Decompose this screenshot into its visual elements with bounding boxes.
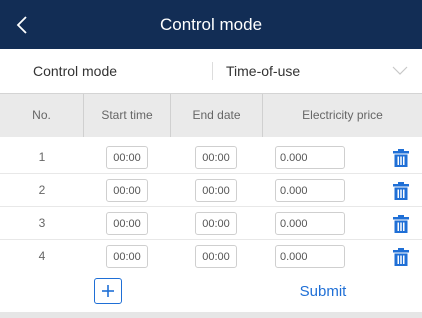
control-mode-label: Control mode: [33, 63, 118, 79]
chevron-down-icon: [392, 66, 408, 75]
trash-icon: [393, 149, 409, 167]
start-time-input[interactable]: [106, 245, 148, 268]
table-row: 1: [0, 141, 422, 174]
footer-actions: Submit: [0, 272, 422, 312]
start-time-input[interactable]: [106, 179, 148, 202]
control-mode-select[interactable]: Time-of-use: [212, 49, 422, 93]
plus-icon: [102, 285, 114, 297]
electricity-price-input[interactable]: [275, 179, 345, 202]
control-mode-row: Control mode Time-of-use: [0, 49, 422, 93]
trash-icon: [393, 248, 409, 266]
trash-icon: [393, 215, 409, 233]
electricity-price-input[interactable]: [275, 146, 345, 169]
control-mode-value: Time-of-use: [226, 63, 301, 79]
column-header-no: No.: [0, 94, 84, 137]
end-time-input[interactable]: [195, 245, 237, 268]
end-time-input[interactable]: [195, 146, 237, 169]
electricity-price-input[interactable]: [275, 245, 345, 268]
column-header-end-date: End date: [171, 94, 263, 137]
start-time-input[interactable]: [106, 212, 148, 235]
delete-row-button[interactable]: [393, 215, 409, 233]
column-header-start-time: Start time: [84, 94, 171, 137]
column-header-electricity-price: Electricity price: [302, 108, 383, 122]
row-number: 3: [38, 216, 46, 230]
chevron-left-icon: [16, 15, 27, 34]
table-row: 4: [0, 240, 422, 273]
trash-icon: [393, 182, 409, 200]
table-header: No. Start time End date Electricity pric…: [0, 93, 422, 137]
row-number: 4: [38, 249, 46, 263]
page-title: Control mode: [159, 15, 263, 34]
app-header: Control mode: [0, 0, 422, 49]
electricity-price-input[interactable]: [275, 212, 345, 235]
start-time-input[interactable]: [106, 146, 148, 169]
end-time-input[interactable]: [195, 179, 237, 202]
delete-row-button[interactable]: [393, 149, 409, 167]
submit-button[interactable]: Submit: [278, 272, 368, 312]
table-row: 3: [0, 207, 422, 240]
delete-row-button[interactable]: [393, 248, 409, 266]
row-number: 2: [38, 183, 46, 197]
end-time-input[interactable]: [195, 212, 237, 235]
divider: [212, 62, 213, 80]
add-row-button[interactable]: [94, 278, 122, 304]
delete-row-button[interactable]: [393, 182, 409, 200]
bottom-divider: [0, 312, 422, 318]
control-mode-page: Control mode Control mode Time-of-use No…: [0, 0, 422, 318]
row-number: 1: [38, 150, 46, 164]
back-button[interactable]: [0, 0, 44, 49]
table-row: 2: [0, 174, 422, 207]
